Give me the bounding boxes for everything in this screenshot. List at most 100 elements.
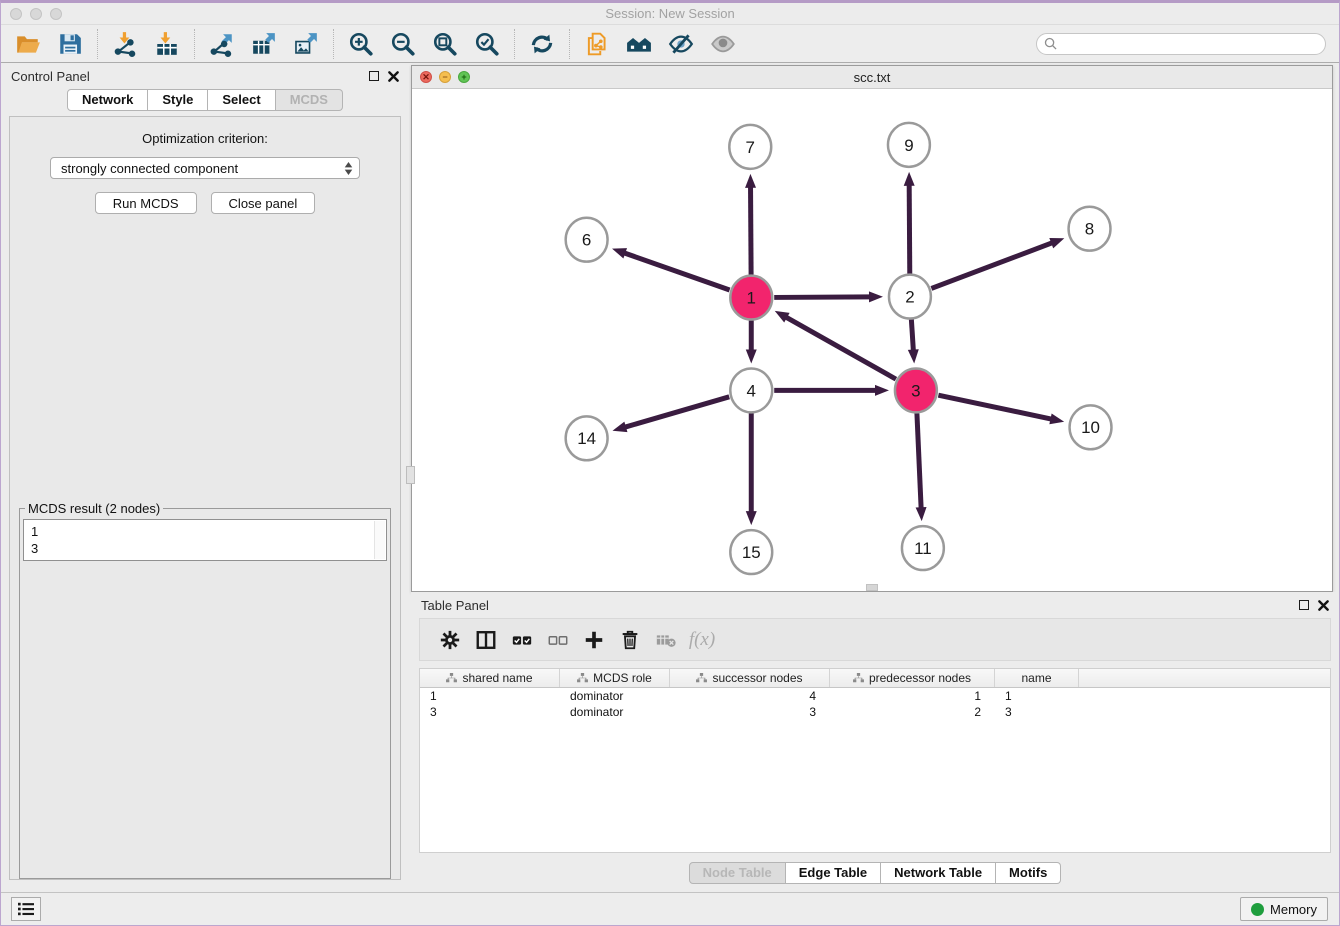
column-type-icon	[446, 673, 457, 683]
panel-splitter-grip[interactable]	[406, 466, 415, 484]
float-table-panel-icon[interactable]	[1299, 600, 1309, 610]
export-image-icon[interactable]	[290, 29, 322, 59]
table-cell[interactable]: dominator	[560, 704, 670, 720]
network-canvas[interactable]: 7 9 6 8 1 2 4 3 14 10 15 11	[412, 89, 1332, 591]
tab-network[interactable]: Network	[67, 89, 148, 111]
table-cell[interactable]: 3	[995, 704, 1079, 720]
table-row[interactable]: 3dominator323	[420, 704, 1330, 720]
graph-node-9[interactable]: 9	[888, 123, 930, 167]
table-cell[interactable]: 1	[995, 688, 1079, 704]
optimization-criterion-label: Optimization criterion:	[142, 131, 268, 146]
column-header-shared-name[interactable]: shared name	[420, 669, 560, 687]
table-cell[interactable]: dominator	[560, 688, 670, 704]
close-table-panel-icon[interactable]	[1318, 600, 1329, 611]
close-panel-icon[interactable]	[388, 71, 399, 82]
network-document-icon[interactable]	[581, 29, 613, 59]
svg-text:11: 11	[914, 539, 932, 558]
home-views-icon[interactable]	[623, 29, 655, 59]
export-network-icon[interactable]	[206, 29, 238, 59]
column-header-successor-nodes[interactable]: successor nodes	[670, 669, 830, 687]
network-view-window: ✕ − + scc.txt 7968124314101511	[411, 65, 1333, 592]
table-cell[interactable]: 2	[830, 704, 995, 720]
add-row-icon[interactable]	[576, 624, 612, 656]
delete-table-icon[interactable]	[648, 624, 684, 656]
search-icon	[1044, 37, 1057, 50]
mcds-result-line: 1	[31, 523, 379, 540]
graph-node-3[interactable]: 3	[895, 368, 937, 412]
import-table-icon[interactable]	[151, 29, 183, 59]
graph-edge-1-6[interactable]	[623, 253, 729, 290]
graph-edge-2-3[interactable]	[911, 319, 913, 351]
result-scrollbar[interactable]	[374, 521, 385, 559]
graph-node-6[interactable]: 6	[566, 218, 608, 262]
save-session-icon[interactable]	[54, 29, 86, 59]
graph-node-14[interactable]: 14	[566, 416, 608, 460]
apply-layout-icon[interactable]	[526, 29, 558, 59]
function-builder-icon[interactable]: f(x)	[684, 624, 720, 656]
graph-edge-2-8[interactable]	[931, 242, 1053, 288]
tab-motifs[interactable]: Motifs	[996, 862, 1061, 884]
float-panel-icon[interactable]	[369, 71, 379, 81]
tab-edge-table[interactable]: Edge Table	[786, 862, 881, 884]
graph-node-1[interactable]: 1	[730, 276, 772, 320]
graph-edge-1-2[interactable]	[774, 297, 871, 298]
graph-edge-4-14[interactable]	[624, 397, 729, 428]
table-cell[interactable]: 3	[670, 704, 830, 720]
search-input[interactable]	[1061, 37, 1311, 51]
table-cell[interactable]: 1	[830, 688, 995, 704]
close-panel-button[interactable]: Close panel	[211, 192, 316, 214]
column-type-icon	[696, 673, 707, 683]
table-cell[interactable]: 3	[420, 704, 560, 720]
graph-edge-1-7[interactable]	[751, 186, 752, 275]
tab-style[interactable]: Style	[148, 89, 208, 111]
tab-mcds[interactable]: MCDS	[276, 89, 343, 111]
graph-edge-2-9[interactable]	[909, 184, 910, 274]
column-header-label: name	[1021, 671, 1051, 685]
graph-edge-arrow	[904, 172, 915, 186]
graph-node-8[interactable]: 8	[1069, 207, 1111, 251]
graph-edge-3-11[interactable]	[917, 413, 921, 509]
graph-node-2[interactable]: 2	[889, 275, 931, 319]
tab-node-table[interactable]: Node Table	[689, 862, 786, 884]
graph-node-15[interactable]: 15	[730, 530, 772, 574]
graph-edge-3-10[interactable]	[938, 395, 1052, 419]
status-bar: Memory	[1, 892, 1339, 925]
svg-text:8: 8	[1085, 220, 1094, 239]
graph-node-4[interactable]: 4	[730, 368, 772, 412]
control-panel: Control Panel Network Style Select MCDS …	[1, 63, 409, 892]
graph-node-10[interactable]: 10	[1070, 405, 1112, 449]
svg-text:3: 3	[911, 381, 920, 400]
table-tabs-strip: Node Table Edge Table Network Table Moti…	[411, 853, 1339, 892]
tab-network-table[interactable]: Network Table	[881, 862, 996, 884]
graph-edge-3-1[interactable]	[785, 317, 896, 379]
settings-gear-icon[interactable]	[432, 624, 468, 656]
table-cell[interactable]: 4	[670, 688, 830, 704]
column-header-predecessor-nodes[interactable]: predecessor nodes	[830, 669, 995, 687]
run-mcds-button[interactable]: Run MCDS	[95, 192, 197, 214]
zoom-selected-icon[interactable]	[471, 29, 503, 59]
canvas-resize-grip[interactable]	[866, 584, 878, 591]
table-cell[interactable]: 1	[420, 688, 560, 704]
graph-node-7[interactable]: 7	[729, 125, 771, 169]
delete-row-trash-icon[interactable]	[612, 624, 648, 656]
export-table-icon[interactable]	[248, 29, 280, 59]
show-all-eye-icon[interactable]	[707, 29, 739, 59]
tab-select[interactable]: Select	[208, 89, 275, 111]
column-header-name[interactable]: name	[995, 669, 1079, 687]
import-network-icon[interactable]	[109, 29, 141, 59]
column-header-MCDS-role[interactable]: MCDS role	[560, 669, 670, 687]
zoom-fit-icon[interactable]	[429, 29, 461, 59]
open-session-icon[interactable]	[12, 29, 44, 59]
columns-icon[interactable]	[468, 624, 504, 656]
select-all-checks-icon[interactable]	[504, 624, 540, 656]
memory-button[interactable]: Memory	[1240, 897, 1328, 921]
table-row[interactable]: 1dominator411	[420, 688, 1330, 704]
hide-selected-eye-icon[interactable]	[665, 29, 697, 59]
zoom-out-icon[interactable]	[387, 29, 419, 59]
graph-node-11[interactable]: 11	[902, 526, 944, 570]
deselect-all-checks-icon[interactable]	[540, 624, 576, 656]
criterion-dropdown[interactable]: strongly connected component	[50, 157, 360, 179]
mcds-result-box[interactable]: 1 3	[23, 519, 387, 561]
task-history-button[interactable]	[11, 897, 41, 921]
zoom-in-icon[interactable]	[345, 29, 377, 59]
